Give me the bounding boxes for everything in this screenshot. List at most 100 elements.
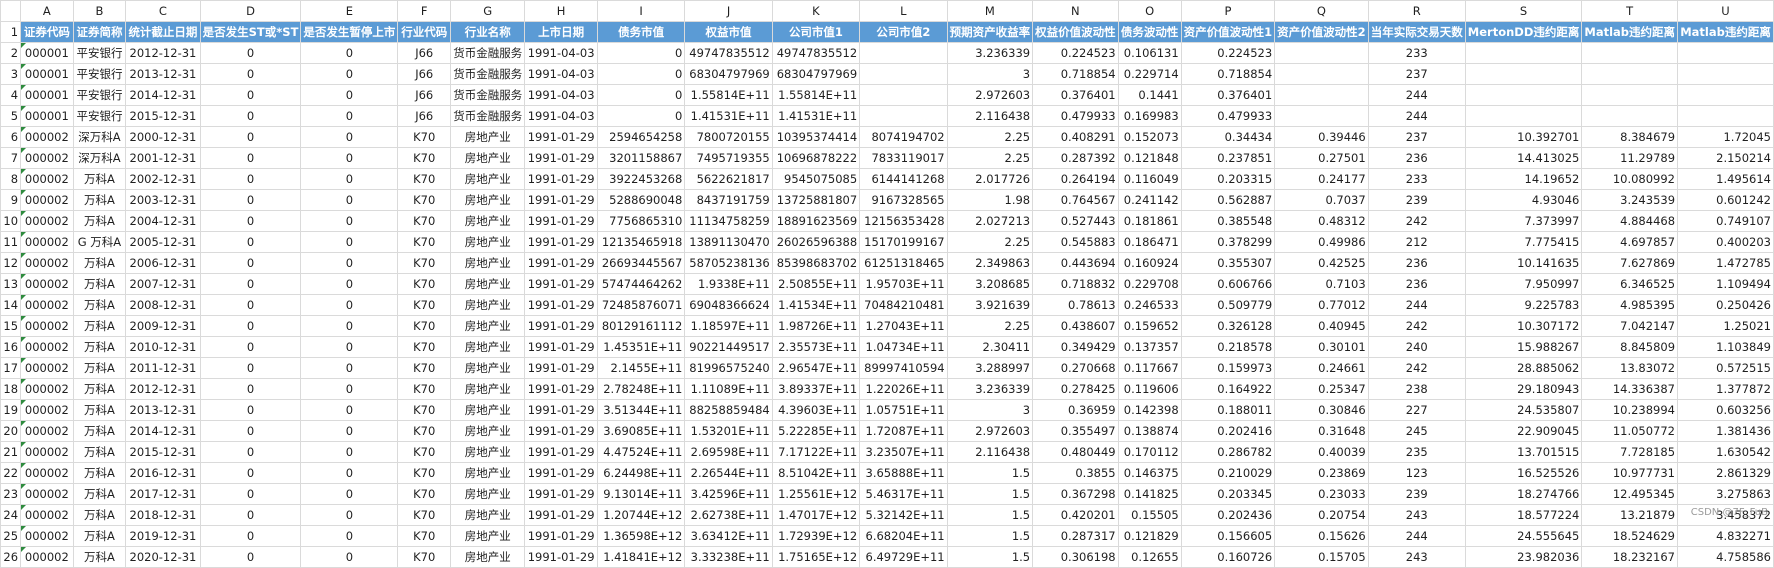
row-number[interactable]: 1	[0, 21, 22, 43]
table-cell[interactable]: 0.480449	[1032, 441, 1119, 463]
table-cell[interactable]: 0.23869	[1274, 462, 1369, 484]
table-cell[interactable]: 0.106131	[1117, 42, 1182, 64]
table-cell[interactable]: 7495719355	[684, 147, 773, 169]
table-cell[interactable]: 1.472785	[1677, 252, 1774, 274]
table-cell[interactable]: 1991-04-03	[524, 105, 598, 127]
table-cell[interactable]: 房地产业	[450, 357, 526, 379]
table-cell[interactable]: 0.438607	[1032, 315, 1119, 337]
table-cell[interactable]: 万科A	[72, 504, 127, 526]
table-cell[interactable]: 11.29789	[1581, 147, 1679, 169]
table-cell[interactable]: 万科A	[72, 189, 127, 211]
table-cell[interactable]: 3.236339	[946, 378, 1034, 400]
table-cell[interactable]: 0	[199, 420, 302, 442]
table-cell[interactable]: 1.41841E+12	[596, 546, 686, 568]
table-cell[interactable]: 平安银行	[72, 63, 127, 85]
table-cell[interactable]: 1.53201E+11	[684, 420, 773, 442]
table-cell[interactable]: 0.562887	[1180, 189, 1276, 211]
table-cell[interactable]: K70	[397, 546, 452, 568]
table-cell[interactable]: 9545075085	[771, 168, 861, 190]
table-cell[interactable]: 000001	[20, 63, 74, 85]
table-cell[interactable]: 24.555645	[1464, 525, 1583, 547]
table-cell[interactable]: 1.103849	[1677, 336, 1774, 358]
table-cell[interactable]: 3201158867	[596, 147, 686, 169]
table-cell[interactable]	[859, 42, 948, 64]
table-cell[interactable]: 1.45351E+11	[596, 336, 686, 358]
table-cell[interactable]: K70	[397, 126, 452, 148]
table-cell[interactable]: 1.25561E+12	[771, 483, 861, 505]
table-cell[interactable]: G 万科A	[72, 231, 127, 253]
table-cell[interactable]: 0	[300, 273, 399, 295]
table-cell[interactable]: 0	[300, 168, 399, 190]
table-cell[interactable]: 14.413025	[1464, 147, 1583, 169]
table-cell[interactable]: 2.25	[946, 126, 1034, 148]
table-cell[interactable]: 0.164922	[1180, 378, 1276, 400]
row-number[interactable]: 11	[0, 231, 22, 253]
table-cell[interactable]: 13.83072	[1581, 357, 1679, 379]
table-cell[interactable]: 1.377872	[1677, 378, 1774, 400]
table-cell[interactable]: 0.15505	[1117, 504, 1182, 526]
table-cell[interactable]: 1991-01-29	[524, 231, 598, 253]
table-cell[interactable]: 0	[300, 210, 399, 232]
table-cell[interactable]: 22.909045	[1464, 420, 1583, 442]
table-cell[interactable]: 1.72939E+12	[771, 525, 861, 547]
table-cell[interactable]: 3.63412E+11	[684, 525, 773, 547]
table-cell[interactable]: 123	[1367, 462, 1466, 484]
table-cell[interactable]: 0	[300, 441, 399, 463]
table-cell[interactable]: 房地产业	[450, 525, 526, 547]
table-cell[interactable]: 6.68204E+11	[859, 525, 948, 547]
table-cell[interactable]: 房地产业	[450, 336, 526, 358]
table-cell[interactable]: 0.170112	[1117, 441, 1182, 463]
table-cell[interactable]: 0	[300, 189, 399, 211]
table-cell[interactable]: 242	[1367, 357, 1466, 379]
table-cell[interactable]	[859, 63, 948, 85]
table-cell[interactable]: 7.373997	[1464, 210, 1583, 232]
table-cell[interactable]: 房地产业	[450, 147, 526, 169]
table-cell[interactable]: 万科A	[72, 336, 127, 358]
table-cell[interactable]: 70484210481	[859, 294, 948, 316]
table-cell[interactable]: 72485876071	[596, 294, 686, 316]
table-cell[interactable]: 2008-12-31	[125, 294, 201, 316]
table-cell[interactable]: J66	[397, 105, 452, 127]
table-cell[interactable]: 0	[199, 378, 302, 400]
table-cell[interactable]: 0.376401	[1180, 84, 1276, 106]
table-cell[interactable]: 0.326128	[1180, 315, 1276, 337]
table-cell[interactable]	[1677, 63, 1774, 85]
table-cell[interactable]: 0.718854	[1180, 63, 1276, 85]
header-cell[interactable]: MertonDD违约距离	[1464, 21, 1583, 43]
table-cell[interactable]: 3.42596E+11	[684, 483, 773, 505]
table-cell[interactable]: 万科A	[72, 525, 127, 547]
table-cell[interactable]: 8437191759	[684, 189, 773, 211]
table-cell[interactable]: 2011-12-31	[125, 357, 201, 379]
table-cell[interactable]: 房地产业	[450, 168, 526, 190]
header-cell[interactable]: 统计截止日期	[125, 21, 201, 43]
table-cell[interactable]: 0	[300, 252, 399, 274]
table-cell[interactable]: 0.25347	[1274, 378, 1369, 400]
table-cell[interactable]: 1.47017E+12	[771, 504, 861, 526]
table-cell[interactable]: 0.229714	[1117, 63, 1182, 85]
table-cell[interactable]: K70	[397, 168, 452, 190]
table-cell[interactable]: 0	[300, 315, 399, 337]
table-cell[interactable]: 1991-01-29	[524, 441, 598, 463]
table-cell[interactable]: 240	[1367, 336, 1466, 358]
table-cell[interactable]: 58705238136	[684, 252, 773, 274]
table-cell[interactable]: 8.845809	[1581, 336, 1679, 358]
table-cell[interactable]: 1.109494	[1677, 273, 1774, 295]
table-cell[interactable]: 0.527443	[1032, 210, 1119, 232]
table-cell[interactable]: 0.287392	[1032, 147, 1119, 169]
table-cell[interactable]: 3.23507E+11	[859, 441, 948, 463]
table-cell[interactable]: 0.479933	[1180, 105, 1276, 127]
table-cell[interactable]: 000001	[20, 84, 74, 106]
table-cell[interactable]: 57474464262	[596, 273, 686, 295]
table-cell[interactable]: 0.378299	[1180, 231, 1276, 253]
table-cell[interactable]: 0	[300, 378, 399, 400]
select-all-corner[interactable]	[0, 0, 22, 22]
table-cell[interactable]: 18.524629	[1581, 525, 1679, 547]
table-cell[interactable]: 0.203345	[1180, 483, 1276, 505]
column-header-h[interactable]: H	[524, 0, 598, 22]
table-cell[interactable]: 0	[199, 315, 302, 337]
table-cell[interactable]: 6.24498E+11	[596, 462, 686, 484]
table-cell[interactable]: 0	[199, 105, 302, 127]
table-cell[interactable]: K70	[397, 294, 452, 316]
table-cell[interactable]: 房地产业	[450, 315, 526, 337]
table-cell[interactable]: 0	[596, 105, 686, 127]
